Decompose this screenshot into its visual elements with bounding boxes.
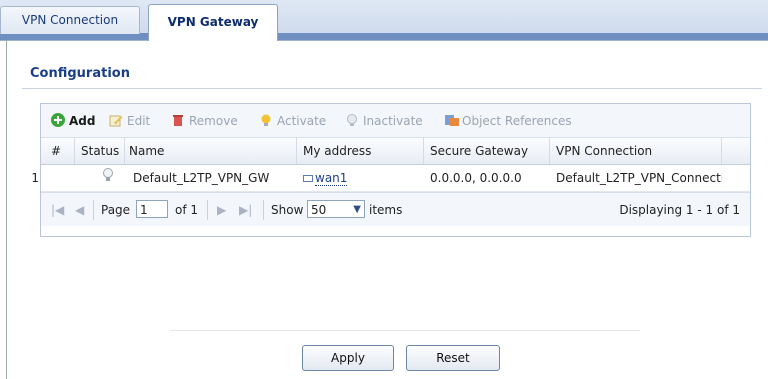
gateway-name: Default_L2TP_VPN_GW <box>133 171 270 185</box>
column-header-index[interactable]: # <box>41 138 75 164</box>
my-address-value: wan1 <box>315 171 348 186</box>
page-label: Page <box>101 203 131 217</box>
add-icon <box>51 113 65 127</box>
lightbulb-off-icon <box>345 113 359 127</box>
object-references-label: Object References <box>462 114 572 128</box>
tab-vpn-connection[interactable]: VPN Connection <box>0 6 140 34</box>
page-size-select[interactable]: 50 ▼ <box>307 200 365 218</box>
displaying-label: Displaying 1 - 1 of 1 <box>619 203 740 217</box>
tab-strip <box>0 33 768 40</box>
content-frame-border <box>6 40 7 379</box>
column-header-status[interactable]: Status <box>75 138 125 164</box>
row-index: 1 <box>31 171 39 185</box>
apply-button[interactable]: Apply <box>302 345 394 371</box>
inactivate-label: Inactivate <box>363 114 423 128</box>
edit-button[interactable]: Edit <box>109 113 150 129</box>
activate-label: Activate <box>277 114 327 128</box>
table-row[interactable]: 1 Default_L2TP_VPN_GW wan1 0.0.0.0, 0.0.… <box>31 165 750 192</box>
vpn-connection-value: Default_L2TP_VPN_Connection <box>556 171 722 185</box>
remove-label: Remove <box>189 114 238 128</box>
add-label: Add <box>69 114 96 128</box>
trash-icon <box>171 113 185 127</box>
show-label: Show <box>271 203 304 217</box>
page-count-label: of 1 <box>175 203 199 217</box>
lightbulb-off-icon <box>101 166 115 192</box>
edit-label: Edit <box>127 114 151 128</box>
gateway-grid-panel: Add Edit Remove Activate Inactivate Obje <box>31 103 751 237</box>
items-label: items <box>369 203 403 217</box>
reset-button[interactable]: Reset <box>406 345 500 371</box>
last-page-icon[interactable]: ▶| <box>239 202 252 218</box>
bottom-divider <box>170 330 640 331</box>
chevron-down-icon: ▼ <box>353 204 361 215</box>
column-header-my-address[interactable]: My address <box>297 138 424 164</box>
add-button[interactable]: Add <box>51 113 95 129</box>
my-address-link[interactable]: wan1 <box>297 165 424 191</box>
pager-separator <box>93 200 94 220</box>
section-title: Configuration <box>30 66 130 81</box>
grid-pager: |◀ ◀ Page 1 of 1 ▶ ▶| Show 50 ▼ items Di… <box>41 192 750 226</box>
lightbulb-on-icon <box>259 113 273 127</box>
inactivate-button[interactable]: Inactivate <box>345 113 423 129</box>
next-page-icon[interactable]: ▶ <box>217 202 226 218</box>
pager-separator <box>207 200 208 220</box>
page-size-value: 50 <box>311 203 327 217</box>
status-cell <box>101 165 125 191</box>
page-number-input[interactable]: 1 <box>136 200 168 218</box>
grid-header: # Status Name My address Secure Gateway … <box>41 138 750 165</box>
tab-vpn-gateway[interactable]: VPN Gateway <box>148 4 278 41</box>
interface-icon <box>303 175 313 182</box>
object-references-button[interactable]: Object References <box>444 113 572 129</box>
pager-separator <box>263 200 264 220</box>
column-header-vpn-connection[interactable]: VPN Connection <box>550 138 722 164</box>
first-page-icon[interactable]: |◀ <box>51 202 64 218</box>
column-header-secure-gateway[interactable]: Secure Gateway <box>424 138 550 164</box>
grid-toolbar: Add Edit Remove Activate Inactivate Obje <box>41 104 750 138</box>
section-divider <box>22 88 762 89</box>
edit-icon <box>109 113 123 127</box>
activate-button[interactable]: Activate <box>259 113 326 129</box>
column-header-name[interactable]: Name <box>125 138 297 164</box>
remove-button[interactable]: Remove <box>171 113 238 129</box>
secure-gateway-value: 0.0.0.0, 0.0.0.0 <box>430 171 522 185</box>
object-references-icon <box>444 113 459 127</box>
previous-page-icon[interactable]: ◀ <box>75 202 84 218</box>
